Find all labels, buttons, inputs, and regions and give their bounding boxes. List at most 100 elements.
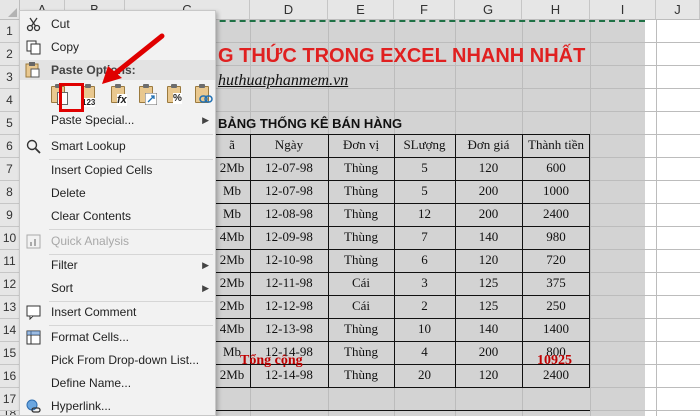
table-cell[interactable]: 375: [522, 275, 590, 291]
column-header-i[interactable]: I: [590, 0, 656, 20]
table-cell[interactable]: 12-07-98: [250, 183, 328, 199]
column-header-f[interactable]: F: [394, 0, 455, 20]
row-header-11[interactable]: 11: [0, 250, 20, 273]
table-cell[interactable]: Thùng: [328, 252, 394, 268]
column-header-g[interactable]: G: [455, 0, 522, 20]
table-cell[interactable]: 4: [394, 344, 455, 360]
table-cell[interactable]: Thùng: [328, 367, 394, 383]
table-cell[interactable]: 120: [455, 252, 522, 268]
table-cell[interactable]: 12-12-98: [250, 298, 328, 314]
table-cell[interactable]: 600: [522, 160, 590, 176]
row-header-15[interactable]: 15: [0, 342, 20, 365]
row-header-10[interactable]: 10: [0, 227, 20, 250]
table-cell[interactable]: 12-09-98: [250, 229, 328, 245]
row-header-12[interactable]: 12: [0, 273, 20, 296]
row-header-3[interactable]: 3: [0, 66, 20, 89]
table-cell[interactable]: 20: [394, 367, 455, 383]
menu-cut[interactable]: Cut: [20, 13, 215, 36]
menu-insert-comment[interactable]: Insert Comment: [20, 301, 215, 324]
row-header-18[interactable]: 18: [0, 411, 20, 416]
table-header-cell[interactable]: ã: [214, 137, 250, 153]
row-header-6[interactable]: 6: [0, 135, 20, 158]
table-cell[interactable]: 12-11-98: [250, 275, 328, 291]
row-header-1[interactable]: 1: [0, 20, 20, 43]
table-cell[interactable]: 12-14-98: [250, 367, 328, 383]
paste-option-link[interactable]: [192, 83, 214, 109]
table-cell[interactable]: 2400: [522, 367, 590, 383]
menu-paste-special[interactable]: Paste Special... ▶: [20, 109, 215, 132]
row-header-16[interactable]: 16: [0, 365, 20, 388]
row-header-8[interactable]: 8: [0, 181, 20, 204]
menu-hyperlink[interactable]: Hyperlink...: [20, 395, 215, 416]
column-header-h[interactable]: H: [522, 0, 590, 20]
row-header-2[interactable]: 2: [0, 43, 20, 66]
table-cell[interactable]: 200: [455, 183, 522, 199]
row-header-4[interactable]: 4: [0, 89, 20, 112]
row-header-5[interactable]: 5: [0, 112, 20, 135]
row-header-13[interactable]: 13: [0, 296, 20, 319]
table-cell[interactable]: Thùng: [328, 206, 394, 222]
table-cell[interactable]: 120: [455, 367, 522, 383]
table-cell[interactable]: 12-10-98: [250, 252, 328, 268]
table-cell[interactable]: 140: [455, 229, 522, 245]
table-cell[interactable]: 125: [455, 298, 522, 314]
table-cell[interactable]: Thùng: [328, 229, 394, 245]
table-cell[interactable]: 10: [394, 321, 455, 337]
table-header-cell[interactable]: Đơn vị: [328, 137, 394, 153]
table-cell[interactable]: 2Mb: [214, 298, 250, 314]
column-header-e[interactable]: E: [328, 0, 394, 20]
table-cell[interactable]: Cái: [328, 298, 394, 314]
table-cell[interactable]: 3: [394, 275, 455, 291]
table-cell[interactable]: 720: [522, 252, 590, 268]
table-cell[interactable]: 2Mb: [214, 275, 250, 291]
row-header-7[interactable]: 7: [0, 158, 20, 181]
table-header-cell[interactable]: Đơn giá: [455, 137, 522, 153]
table-cell[interactable]: 12-08-98: [250, 206, 328, 222]
table-cell[interactable]: 7: [394, 229, 455, 245]
table-cell[interactable]: 4Mb: [214, 229, 250, 245]
table-cell[interactable]: 200: [455, 206, 522, 222]
column-header-d[interactable]: D: [250, 0, 328, 20]
table-header-cell[interactable]: Thành tiền: [522, 137, 590, 153]
table-cell[interactable]: Mb: [214, 206, 250, 222]
select-all-corner[interactable]: [0, 0, 20, 20]
table-cell[interactable]: 5: [394, 160, 455, 176]
table-cell[interactable]: 2Mb: [214, 367, 250, 383]
table-cell[interactable]: 250: [522, 298, 590, 314]
column-header-j[interactable]: J: [656, 0, 700, 20]
menu-define-name[interactable]: Define Name...: [20, 372, 215, 395]
table-header-cell[interactable]: Ngày: [250, 137, 328, 153]
table-cell[interactable]: 980: [522, 229, 590, 245]
table-cell[interactable]: Mb: [214, 183, 250, 199]
row-header-17[interactable]: 17: [0, 388, 20, 411]
table-cell[interactable]: 1000: [522, 183, 590, 199]
table-cell[interactable]: 1400: [522, 321, 590, 337]
table-cell[interactable]: 12-07-98: [250, 160, 328, 176]
table-cell[interactable]: Thùng: [328, 344, 394, 360]
menu-format-cells[interactable]: Format Cells...: [20, 326, 215, 349]
table-cell[interactable]: Cái: [328, 275, 394, 291]
table-cell[interactable]: 12: [394, 206, 455, 222]
table-cell[interactable]: 125: [455, 275, 522, 291]
paste-option-transpose[interactable]: [136, 83, 158, 109]
table-cell[interactable]: 2Mb: [214, 252, 250, 268]
paste-option-formulas[interactable]: fx: [108, 83, 130, 109]
menu-clear-contents[interactable]: Clear Contents: [20, 205, 215, 228]
table-cell[interactable]: 200: [455, 344, 522, 360]
menu-sort[interactable]: Sort ▶: [20, 277, 215, 300]
menu-smart-lookup[interactable]: Smart Lookup: [20, 135, 215, 158]
table-cell[interactable]: 2Mb: [214, 160, 250, 176]
table-header-cell[interactable]: SLượng: [394, 137, 455, 153]
table-cell[interactable]: 12-13-98: [250, 321, 328, 337]
table-cell[interactable]: Thùng: [328, 321, 394, 337]
paste-option-formatting[interactable]: %: [164, 83, 186, 109]
menu-copy[interactable]: Copy: [20, 36, 215, 59]
menu-pick-from-dropdown[interactable]: Pick From Drop-down List...: [20, 349, 215, 372]
table-cell[interactable]: 2: [394, 298, 455, 314]
table-cell[interactable]: 5: [394, 183, 455, 199]
menu-filter[interactable]: Filter ▶: [20, 254, 215, 277]
row-header-14[interactable]: 14: [0, 319, 20, 342]
menu-insert-copied-cells[interactable]: Insert Copied Cells: [20, 159, 215, 182]
table-cell[interactable]: 4Mb: [214, 321, 250, 337]
table-cell[interactable]: Thùng: [328, 183, 394, 199]
